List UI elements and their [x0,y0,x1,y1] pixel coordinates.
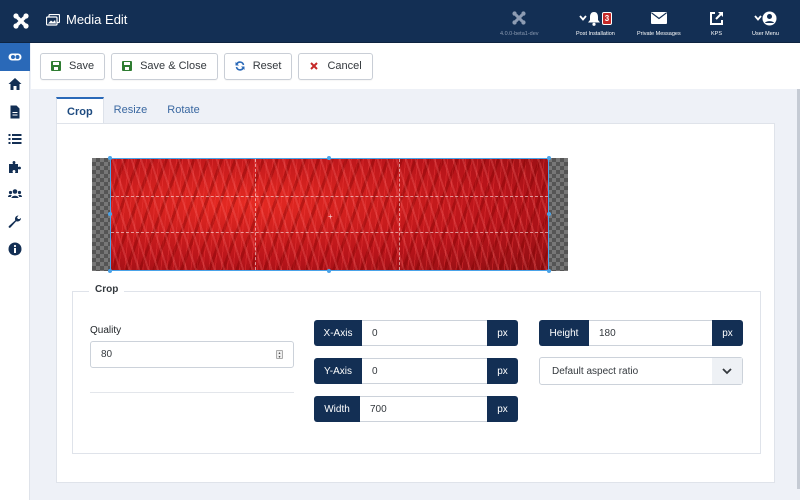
crop-legend: Crop [89,284,125,295]
images-icon [46,13,60,26]
chevron-down-icon [712,358,742,384]
crop-handle-w[interactable] [108,212,112,216]
chevron-down-icon [754,15,762,21]
cancel-button[interactable]: Cancel [298,52,373,80]
version-label: 4.0.0-beta1-dev [500,31,539,37]
width-label: Width [314,396,360,422]
quality-input[interactable]: 80 ▴ ▾ [90,341,294,368]
sidebar-item-help[interactable] [0,236,30,264]
bell-icon [587,11,600,26]
external-link-icon [710,11,723,25]
save-close-label: Save & Close [140,60,207,72]
joomla-logo-icon[interactable] [12,12,30,30]
envelope-icon [650,12,667,24]
aspect-ratio-select[interactable]: Default aspect ratio [539,357,743,385]
chevron-down-icon [579,15,587,21]
crop-handle-n[interactable] [327,156,331,160]
y-axis-label: Y-Axis [314,358,362,384]
crop-handle-e[interactable] [547,212,551,216]
save-icon [51,61,61,71]
crop-guide [255,159,257,270]
crop-handle-s[interactable] [327,269,331,273]
height-unit: px [712,320,743,346]
crop-handle-nw[interactable] [108,156,112,160]
crop-guide [111,232,548,234]
x-axis-label: X-Axis [314,320,362,346]
tab-rotate[interactable]: Rotate [157,97,209,124]
users-icon [8,189,22,199]
tab-list: Crop Resize Rotate [56,97,210,124]
save-close-button[interactable]: Save & Close [111,52,218,80]
height-input[interactable]: 180 [589,320,712,346]
kps-button[interactable]: KPS [709,8,724,37]
crop-guide [399,159,401,270]
crop-guide [111,195,548,197]
crop-selection[interactable]: + [108,156,551,273]
quality-spinner-icon[interactable]: ▴ ▾ [276,350,283,359]
top-header: Media Edit 4.0.0-beta1-dev 3 Post Instal… [0,0,800,43]
crop-handle-sw[interactable] [108,269,112,273]
height-label: Height [539,320,589,346]
height-group: Height 180 px [539,320,743,346]
image-canvas: + [92,156,568,273]
toolbar: Save Save & Close Reset Cancel [31,43,800,89]
save-button[interactable]: Save [40,52,106,80]
toggle-icon [8,53,22,61]
main-content: Crop Resize Rotate + Crop Quality 80 ▴ ▾… [31,89,800,500]
crop-handle-ne[interactable] [547,156,551,160]
reset-button[interactable]: Reset [223,52,293,80]
quality-label: Quality [90,325,122,336]
y-axis-input[interactable]: 0 [362,358,487,384]
post-installation-label: Post Installation [576,31,615,37]
user-menu-button[interactable]: User Menu [752,8,779,37]
quality-value: 80 [101,349,113,360]
tab-crop[interactable]: Crop [56,97,104,124]
crop-panel: + Crop Quality 80 ▴ ▾ X-Axis 0 px Y-Axis… [56,123,775,483]
file-icon [10,105,20,119]
sync-icon [235,61,245,71]
private-messages-label: Private Messages [637,31,681,37]
x-axis-unit: px [487,320,518,346]
user-icon [762,11,777,25]
kps-label: KPS [710,31,722,37]
cancel-label: Cancel [327,60,362,72]
sidebar [0,43,30,500]
width-unit: px [487,396,518,422]
wrench-icon [8,215,21,228]
info-icon [8,242,22,256]
private-messages-button[interactable]: Private Messages [637,8,681,37]
tab-resize[interactable]: Resize [104,97,158,124]
divider [90,392,294,393]
crop-handle-se[interactable] [547,269,551,273]
sidebar-item-toggle-menu[interactable] [0,43,30,71]
save-icon [122,61,133,71]
sidebar-item-content[interactable] [0,98,30,126]
close-icon [310,62,319,70]
joomla-icon [512,11,526,25]
sidebar-item-menus[interactable] [0,126,30,154]
puzzle-icon [9,160,21,173]
y-axis-group: Y-Axis 0 px [314,358,518,384]
save-label: Save [69,60,95,72]
sidebar-item-users[interactable] [0,181,30,209]
y-axis-unit: px [487,358,518,384]
notification-badge: 3 [601,11,613,25]
user-menu-label: User Menu [752,31,779,37]
aspect-ratio-value: Default aspect ratio [552,365,639,377]
post-installation-button[interactable]: 3 Post Installation [576,8,615,37]
reset-label: Reset [252,60,282,72]
version-item[interactable]: 4.0.0-beta1-dev [500,8,539,37]
x-axis-group: X-Axis 0 px [314,320,518,346]
sidebar-item-components[interactable] [0,153,30,181]
page-title: Media Edit [66,12,128,27]
sidebar-item-home[interactable] [0,71,30,99]
width-input[interactable]: 700 [360,396,487,422]
crop-fieldset: Crop Quality 80 ▴ ▾ X-Axis 0 px Y-Axis 0 … [72,284,761,454]
list-icon [8,134,22,145]
x-axis-input[interactable]: 0 [362,320,487,346]
width-group: Width 700 px [314,396,518,422]
sidebar-item-system[interactable] [0,208,30,236]
crop-center-icon: + [328,212,333,221]
home-icon [8,78,22,91]
